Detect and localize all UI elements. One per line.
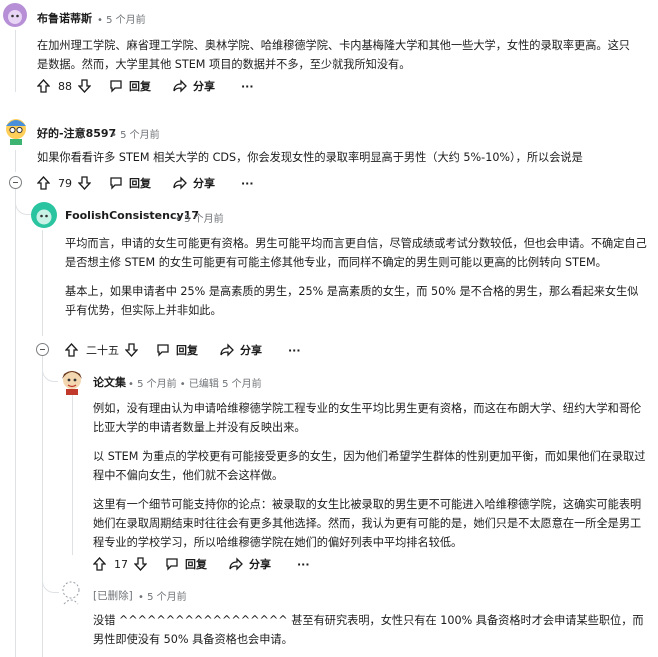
snoo-avatar-icon — [8, 10, 22, 24]
timestamp-text: 5 个月前 — [106, 15, 146, 26]
downvote-button[interactable] — [78, 176, 91, 190]
downvote-icon — [78, 79, 91, 93]
upvote-button[interactable] — [93, 557, 106, 571]
downvote-button[interactable] — [78, 79, 91, 93]
timestamp-text: 5 个月前 — [120, 130, 160, 141]
upvote-icon — [37, 79, 50, 93]
upvote-button[interactable] — [65, 343, 78, 357]
share-button[interactable]: 分享 — [229, 556, 271, 572]
upvote-button[interactable] — [37, 176, 50, 190]
comment-body: 没错 ^^^^^^^^^^^^^^^^^^ 甚至有研究表明，女性只有在 100%… — [93, 611, 646, 649]
snoo-avatar-icon — [6, 119, 26, 145]
downvote-icon — [125, 343, 138, 357]
downvote-icon — [78, 176, 91, 190]
reply-icon — [110, 80, 122, 93]
reply-label: 回复 — [176, 344, 198, 357]
comment-actions: 17 回复 分享 ··· — [93, 555, 310, 573]
share-icon — [173, 176, 187, 190]
reply-button[interactable]: 回复 — [109, 78, 151, 94]
timestamp: • 5 个月前 — [97, 15, 146, 26]
comment-actions: 88 回复 分享 ··· — [37, 77, 254, 95]
more-options-button[interactable]: ··· — [297, 558, 310, 571]
snoo-avatar-icon — [62, 371, 82, 395]
reply-button[interactable]: 回复 — [156, 342, 198, 358]
username[interactable]: 好的-注意8597 — [37, 125, 116, 141]
timestamp: • 5 个月前 — [111, 130, 160, 141]
comment-actions: 79 回复 分享 ··· — [37, 174, 254, 192]
comment-paragraph: 在加州理工学院、麻省理工学院、奥林学院、哈维穆德学院、卡内基梅隆大学和其他一些大… — [37, 39, 630, 71]
collapse-thread-button[interactable] — [9, 176, 22, 189]
username-deleted: [已删除] — [93, 590, 133, 602]
upvote-button[interactable] — [37, 79, 50, 93]
timestamp-text: 5 个月前 — [147, 592, 187, 603]
edited-text: 已编辑 5 个月前 — [188, 379, 262, 390]
comment-paragraph: 例如，没有理由认为申请哈维穆德学院工程专业的女生平均比男生更有资格，而这在布朗大… — [93, 402, 642, 434]
share-button[interactable]: 分享 — [173, 175, 215, 191]
vote-count: 二十五 — [86, 344, 119, 357]
avatar[interactable] — [3, 116, 29, 146]
reply-button[interactable]: 回复 — [109, 175, 151, 191]
comment-body: 平均而言，申请的女生可能更有资格。男生可能平均而言更自信，尽管成绩或考试分数较低… — [65, 234, 647, 320]
reply-label: 回复 — [129, 177, 151, 190]
username[interactable]: 布鲁诺蒂斯 — [37, 10, 92, 26]
timestamp: • 5 个月前 — [175, 214, 224, 225]
comment-paragraph: 没错 ^^^^^^^^^^^^^^^^^^ 甚至有研究表明，女性只有在 100%… — [93, 614, 644, 646]
vote-count: 17 — [114, 557, 128, 571]
reply-button[interactable]: 回复 — [165, 556, 207, 572]
timestamp-text: 5 个月前 — [137, 379, 177, 390]
downvote-button[interactable] — [125, 343, 138, 357]
comment: 论文集 • 5 个月前 • 已编辑 5 个月前 例如，没有理由认为申请哈维穆德学… — [0, 365, 658, 580]
comment-paragraph: 这里有一个细节可能支持你的论点：被录取的女生比被录取的男生更不可能进入哈维穆德学… — [93, 498, 642, 549]
comment-paragraph: 平均而言，申请的女生可能更有资格。男生可能平均而言更自信，尽管成绩或考试分数较低… — [65, 237, 647, 269]
share-label: 分享 — [193, 177, 215, 190]
reply-label: 回复 — [185, 558, 207, 571]
avatar[interactable] — [58, 365, 86, 395]
share-button[interactable]: 分享 — [220, 342, 262, 358]
collapse-thread-button[interactable] — [36, 343, 49, 356]
comment-body: 在加州理工学院、麻省理工学院、奥林学院、哈维穆德学院、卡内基梅隆大学和其他一些大… — [37, 36, 637, 74]
comment-actions: 二十五 回复 分享 ··· — [65, 341, 301, 359]
timestamp: • 5 个月前 • 已编辑 5 个月前 — [128, 379, 262, 390]
timestamp: • 5 个月前 — [138, 592, 187, 603]
timestamp-text: 5 个月前 — [184, 214, 224, 225]
comment-paragraph: 以 STEM 为重点的学校更有可能接受更多的女生，因为他们希望学生群体的性别更加… — [93, 450, 646, 482]
comment: 好的-注意8597 • 5 个月前 如果你看看许多 STEM 相关大学的 CDS… — [0, 110, 658, 200]
share-icon — [229, 557, 243, 571]
comment-body: 例如，没有理由认为申请哈维穆德学院工程专业的女生平均比男生更有资格，而这在布朗大… — [93, 399, 646, 552]
upvote-icon — [93, 557, 106, 571]
avatar[interactable] — [3, 3, 27, 27]
upvote-icon — [37, 176, 50, 190]
reply-icon — [166, 558, 178, 571]
comment-paragraph: 基本上，如果申请者中 25% 是高素质的男生，25% 是高素质的女生，而 50%… — [65, 285, 639, 317]
reply-label: 回复 — [129, 80, 151, 93]
comment-paragraph: 如果你看看许多 STEM 相关大学的 CDS，你会发现女性的录取率明显高于男性（… — [37, 151, 583, 164]
more-options-button[interactable]: ··· — [241, 80, 254, 93]
more-options-button[interactable]: ··· — [288, 344, 301, 357]
more-options-button[interactable]: ··· — [241, 177, 254, 190]
downvote-icon — [134, 557, 147, 571]
deleted-user-icon — [62, 581, 80, 605]
vote-count: 79 — [58, 176, 72, 190]
reply-icon — [157, 344, 169, 357]
deleted-avatar — [58, 578, 84, 606]
share-label: 分享 — [240, 344, 262, 357]
share-label: 分享 — [193, 80, 215, 93]
comment: [已删除] • 5 个月前 没错 ^^^^^^^^^^^^^^^^^^ 甚至有研… — [0, 578, 658, 657]
vote-count: 88 — [58, 79, 72, 93]
share-label: 分享 — [249, 558, 271, 571]
downvote-button[interactable] — [134, 557, 147, 571]
comment-body: 如果你看看许多 STEM 相关大学的 CDS，你会发现女性的录取率明显高于男性（… — [37, 148, 652, 167]
share-button[interactable]: 分享 — [173, 78, 215, 94]
comment: 布鲁诺蒂斯 • 5 个月前 在加州理工学院、麻省理工学院、奥林学院、哈维穆德学院… — [0, 0, 658, 100]
comment: FoolishConsistency17 • 5 个月前 平均而言，申请的女生可… — [0, 200, 658, 365]
upvote-icon — [65, 343, 78, 357]
snoo-avatar-icon — [36, 209, 52, 225]
reply-icon — [110, 177, 122, 190]
share-icon — [220, 343, 234, 357]
avatar[interactable] — [31, 202, 57, 228]
username[interactable]: 论文集 — [93, 374, 126, 390]
share-icon — [173, 79, 187, 93]
